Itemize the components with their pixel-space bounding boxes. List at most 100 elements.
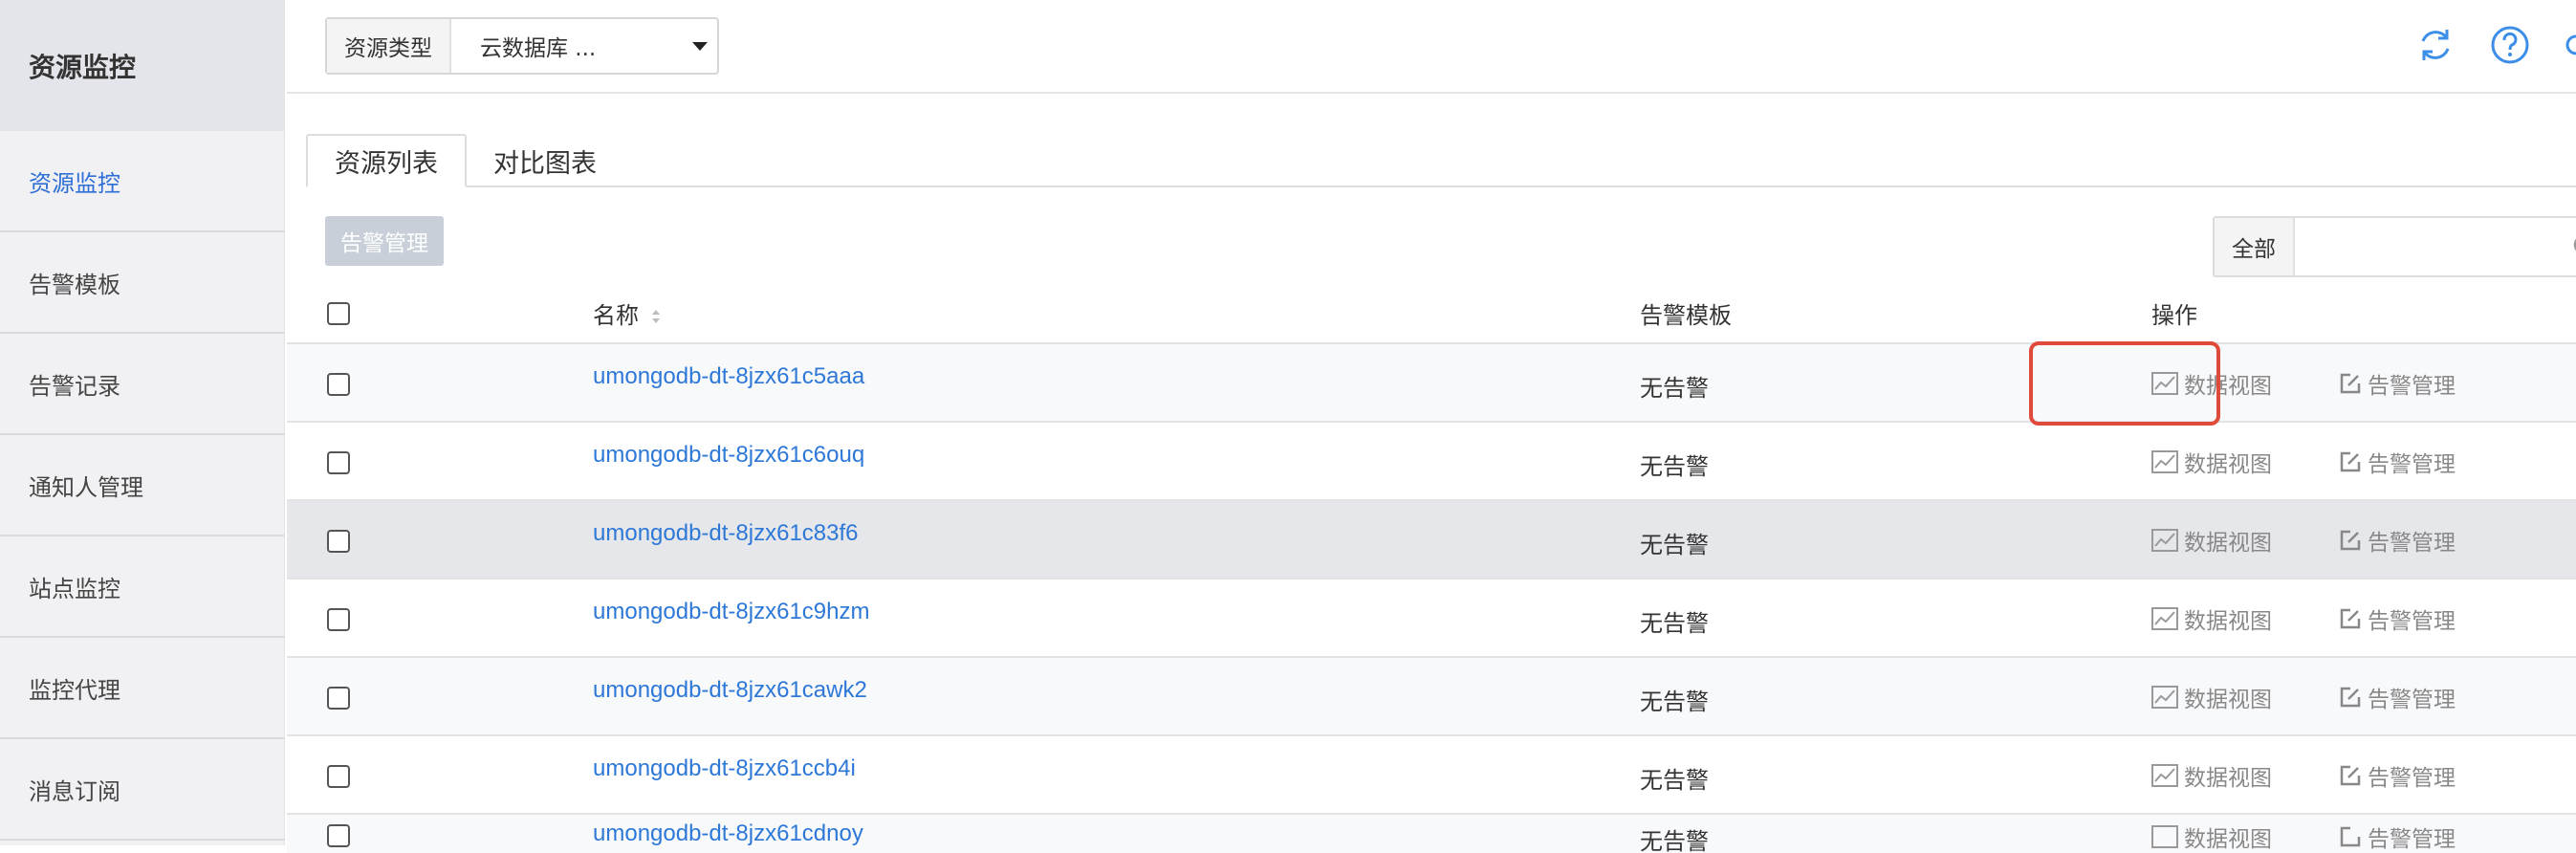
chart-icon	[2151, 825, 2178, 848]
alarm-management-action[interactable]: 告警管理	[2339, 367, 2456, 400]
resource-name-link[interactable]: umongodb-dt-8jzx61cawk2	[593, 677, 867, 704]
row-checkbox[interactable]	[327, 451, 350, 474]
filter-scope-label[interactable]: 全部	[2215, 218, 2295, 275]
resource-name-link[interactable]: umongodb-dt-8jzx61ccb4i	[593, 755, 856, 782]
alarm-template-value: 无告警	[1640, 689, 1709, 715]
alarm-management-action[interactable]: 告警管理	[2339, 602, 2456, 635]
alarm-template-value: 无告警	[1640, 767, 1709, 794]
sort-icon[interactable]	[650, 308, 662, 325]
row-checkbox[interactable]	[327, 608, 350, 631]
row-checkbox[interactable]	[327, 687, 350, 710]
edit-icon	[2340, 451, 2361, 472]
data-view-label: 数据视图	[2184, 688, 2272, 712]
sidebar: 资源监控 资源监控 告警模板 告警记录 通知人管理 站点监控 监控代理 消息订阅	[0, 0, 285, 845]
alarm-management-label: 告警管理	[2368, 688, 2456, 712]
sidebar-item-message-subscription[interactable]: 消息订阅	[0, 739, 284, 841]
resource-type-select[interactable]: 资源类型 云数据库 ...	[325, 17, 719, 75]
sidebar-item-resource-monitor[interactable]: 资源监控	[0, 131, 284, 232]
tabs-divider	[306, 186, 2576, 187]
resource-name-link[interactable]: umongodb-dt-8jzx61c83f6	[593, 520, 859, 547]
tab-compare-chart[interactable]: 对比图表	[467, 134, 623, 187]
row-checkbox[interactable]	[327, 765, 350, 788]
alarm-management-label: 告警管理	[2368, 374, 2456, 399]
resource-name-link[interactable]: umongodb-dt-8jzx61c5aaa	[593, 363, 864, 390]
table-row: umongodb-dt-8jzx61c6ouq 无告警 数据视图 告警管理	[287, 423, 2576, 501]
refresh-icon[interactable]	[2415, 25, 2456, 65]
data-view-action[interactable]: 数据视图	[2151, 524, 2272, 557]
table-row: umongodb-dt-8jzx61c83f6 无告警 数据视图 告警管理	[287, 501, 2576, 580]
row-checkbox[interactable]	[327, 824, 350, 847]
settings-icon[interactable]	[2565, 25, 2576, 65]
table-header: 名称 告警模板 操作	[287, 283, 2576, 344]
column-header-template: 告警模板	[1640, 302, 1732, 329]
tab-resource-list[interactable]: 资源列表	[306, 134, 467, 187]
alarm-management-label: 告警管理	[2368, 609, 2456, 634]
alarm-management-label: 告警管理	[2368, 766, 2456, 791]
sidebar-item-notify-contacts[interactable]: 通知人管理	[0, 435, 284, 536]
data-view-label: 数据视图	[2184, 452, 2272, 477]
alarm-template-value: 无告警	[1640, 828, 1709, 853]
data-view-label: 数据视图	[2184, 609, 2272, 634]
alarm-management-button[interactable]: 告警管理	[325, 216, 444, 266]
chart-icon	[2151, 686, 2178, 709]
table-row: umongodb-dt-8jzx61c5aaa 无告警 数据视图 告警管理	[287, 344, 2576, 423]
row-checkbox[interactable]	[327, 530, 350, 553]
data-view-action[interactable]: 数据视图	[2151, 367, 2272, 400]
data-view-action[interactable]: 数据视图	[2151, 602, 2272, 635]
column-header-name[interactable]: 名称	[593, 296, 662, 330]
data-view-label: 数据视图	[2184, 827, 2272, 852]
alarm-management-label: 告警管理	[2368, 452, 2456, 477]
alarm-template-value: 无告警	[1640, 610, 1709, 637]
resource-type-value: 云数据库 ...	[480, 36, 597, 61]
data-view-action[interactable]: 数据视图	[2151, 681, 2272, 713]
column-header-name-label: 名称	[593, 302, 639, 329]
chart-icon	[2151, 764, 2178, 787]
sidebar-title: 资源监控	[0, 0, 284, 131]
alarm-management-action[interactable]: 告警管理	[2339, 446, 2456, 478]
search-input[interactable]	[2295, 218, 2576, 275]
resource-name-link[interactable]: umongodb-dt-8jzx61c9hzm	[593, 599, 870, 625]
select-all-checkbox[interactable]	[327, 302, 350, 325]
resource-name-link[interactable]: umongodb-dt-8jzx61cdnoy	[593, 820, 863, 847]
data-view-label: 数据视图	[2184, 766, 2272, 791]
chart-icon	[2151, 607, 2178, 630]
alarm-management-action[interactable]: 告警管理	[2339, 524, 2456, 557]
chart-icon	[2151, 529, 2178, 552]
edit-icon	[2340, 530, 2361, 551]
data-view-label: 数据视图	[2184, 374, 2272, 399]
data-view-action[interactable]: 数据视图	[2151, 446, 2272, 478]
edit-icon	[2340, 608, 2361, 629]
resource-table: 名称 告警模板 操作 umongodb-dt-8jzx61c5aaa 无告警 数…	[287, 283, 2576, 815]
alarm-management-label: 告警管理	[2368, 531, 2456, 556]
data-view-action[interactable]: 数据视图	[2151, 820, 2272, 853]
data-view-action[interactable]: 数据视图	[2151, 759, 2272, 792]
column-header-action: 操作	[2151, 302, 2197, 329]
alarm-template-value: 无告警	[1640, 375, 1709, 402]
alarm-template-value: 无告警	[1640, 532, 1709, 558]
row-checkbox[interactable]	[327, 373, 350, 396]
sidebar-item-site-monitor[interactable]: 站点监控	[0, 536, 284, 638]
sidebar-item-alarm-template[interactable]: 告警模板	[0, 232, 284, 334]
table-row: umongodb-dt-8jzx61cdnoy 无告警 数据视图 告警管理	[287, 815, 2576, 853]
resource-name-link[interactable]: umongodb-dt-8jzx61c6ouq	[593, 442, 864, 469]
edit-icon	[2340, 826, 2361, 847]
topbar: 资源类型 云数据库 ...	[287, 0, 2576, 94]
sidebar-item-monitor-agent[interactable]: 监控代理	[0, 638, 284, 739]
alarm-management-action[interactable]: 告警管理	[2339, 681, 2456, 713]
alarm-management-action[interactable]: 告警管理	[2339, 820, 2456, 853]
edit-icon	[2340, 373, 2361, 394]
tabs: 资源列表 对比图表	[306, 134, 623, 187]
search-filter[interactable]: 全部	[2213, 216, 2576, 277]
alarm-management-action[interactable]: 告警管理	[2339, 759, 2456, 792]
help-icon[interactable]	[2490, 25, 2530, 65]
table-row: umongodb-dt-8jzx61ccb4i 无告警 数据视图 告警管理	[287, 736, 2576, 815]
resource-type-label: 资源类型	[327, 19, 451, 73]
alarm-template-value: 无告警	[1640, 453, 1709, 480]
chart-icon	[2151, 450, 2178, 473]
edit-icon	[2340, 765, 2361, 786]
sidebar-item-alarm-record[interactable]: 告警记录	[0, 334, 284, 435]
edit-icon	[2340, 687, 2361, 708]
table-row: umongodb-dt-8jzx61c9hzm 无告警 数据视图 告警管理	[287, 580, 2576, 658]
search-icon[interactable]	[2572, 233, 2576, 262]
data-view-label: 数据视图	[2184, 531, 2272, 556]
